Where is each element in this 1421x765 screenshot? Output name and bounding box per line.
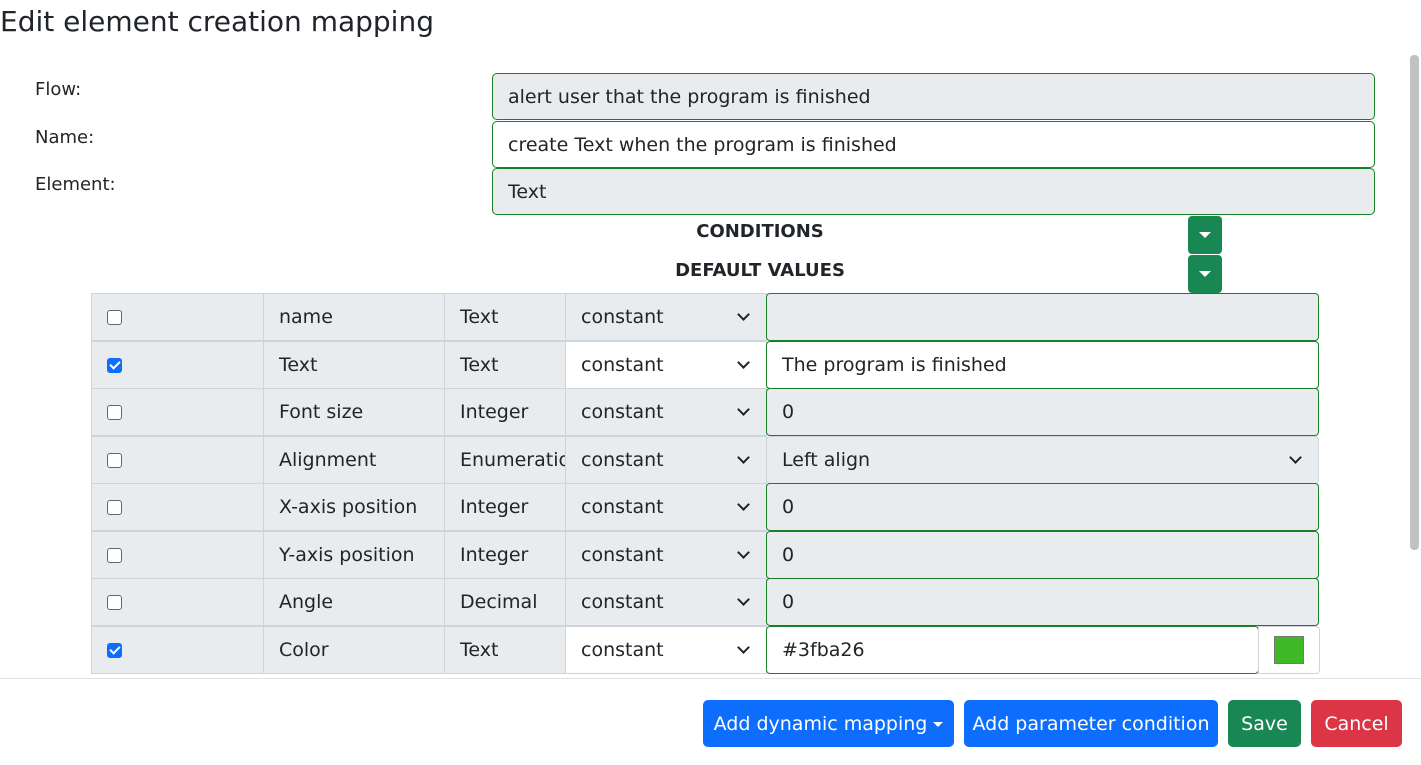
value-input[interactable]: The program is finished xyxy=(766,341,1319,389)
row-check-cell xyxy=(91,578,264,626)
default-values-heading: DEFAULT VALUES xyxy=(675,260,845,281)
row-check-cell xyxy=(91,626,264,674)
row-checkbox[interactable] xyxy=(107,452,122,468)
row-check-cell xyxy=(91,388,264,436)
page-title: Edit element creation mapping xyxy=(0,5,434,38)
value-input[interactable]: 0 xyxy=(766,578,1319,626)
mode-select-value: constant xyxy=(581,544,664,566)
row-checkbox[interactable] xyxy=(107,499,122,515)
mode-select[interactable]: constant xyxy=(565,341,767,389)
color-swatch xyxy=(1274,636,1304,664)
table-row: Angle Decimal constant 0 xyxy=(91,578,1320,626)
cancel-button[interactable]: Cancel xyxy=(1311,700,1402,747)
value-input[interactable]: 0 xyxy=(766,388,1319,436)
chevron-down-icon xyxy=(737,498,750,511)
mode-select-value: constant xyxy=(581,354,664,376)
add-parameter-condition-button[interactable]: Add parameter condition xyxy=(964,700,1218,747)
color-picker[interactable] xyxy=(1258,626,1320,674)
row-check-cell xyxy=(91,436,264,484)
param-type: Text xyxy=(444,341,566,389)
param-name: name xyxy=(263,293,445,341)
conditions-toggle-button[interactable] xyxy=(1188,216,1222,254)
flow-label: Flow: xyxy=(35,79,82,100)
save-button[interactable]: Save xyxy=(1228,700,1301,747)
flow-field[interactable]: alert user that the program is finished xyxy=(492,73,1375,120)
param-name: Alignment xyxy=(263,436,445,484)
caret-down-icon xyxy=(1199,271,1211,277)
table-row: Y-axis position Integer constant 0 xyxy=(91,531,1320,579)
param-name: Text xyxy=(263,341,445,389)
param-name: Color xyxy=(263,626,445,674)
chevron-down-icon xyxy=(1289,451,1302,464)
mode-select[interactable]: constant xyxy=(565,293,767,341)
param-type: Decimal xyxy=(444,578,566,626)
mode-select[interactable]: constant xyxy=(565,483,767,531)
caret-down-icon xyxy=(1199,232,1211,238)
table-row: Font size Integer constant 0 xyxy=(91,388,1320,436)
row-checkbox[interactable] xyxy=(107,594,122,610)
param-name: X-axis position xyxy=(263,483,445,531)
mode-select[interactable]: constant xyxy=(565,578,767,626)
name-label: Name: xyxy=(35,127,95,148)
add-dynamic-mapping-label: Add dynamic mapping xyxy=(713,712,928,735)
caret-down-icon xyxy=(933,722,944,727)
mode-select-value: constant xyxy=(581,639,664,661)
alignment-select-value: Left align xyxy=(782,449,871,471)
row-checkbox[interactable] xyxy=(107,642,122,658)
scrollbar[interactable] xyxy=(1410,55,1419,550)
table-row: Text Text constant The program is finish… xyxy=(91,341,1320,389)
mode-select[interactable]: constant xyxy=(565,388,767,436)
mode-select-value: constant xyxy=(581,449,664,471)
param-name: Y-axis position xyxy=(263,531,445,579)
chevron-down-icon xyxy=(737,546,750,559)
chevron-down-icon xyxy=(737,356,750,369)
table-row: Alignment Enumeration constant Left alig… xyxy=(91,436,1320,484)
default-values-toggle-button[interactable] xyxy=(1188,255,1222,293)
row-check-cell xyxy=(91,293,264,341)
name-field[interactable]: create Text when the program is finished xyxy=(492,121,1375,168)
mode-select-value: constant xyxy=(581,591,664,613)
value-input[interactable] xyxy=(766,293,1319,341)
table-row: X-axis position Integer constant 0 xyxy=(91,483,1320,531)
param-type: Text xyxy=(444,293,566,341)
footer-divider xyxy=(0,678,1421,679)
row-check-cell xyxy=(91,483,264,531)
mode-select[interactable]: constant xyxy=(565,531,767,579)
mode-select-value: constant xyxy=(581,496,664,518)
param-name: Font size xyxy=(263,388,445,436)
row-check-cell xyxy=(91,341,264,389)
param-type: Enumeration xyxy=(444,436,566,484)
mode-select-value: constant xyxy=(581,401,664,423)
chevron-down-icon xyxy=(737,641,750,654)
value-input[interactable]: 0 xyxy=(766,483,1319,531)
table-row: Color Text constant #3fba26 xyxy=(91,626,1320,674)
row-check-cell xyxy=(91,531,264,579)
row-checkbox[interactable] xyxy=(107,309,122,325)
chevron-down-icon xyxy=(737,403,750,416)
chevron-down-icon xyxy=(737,308,750,321)
mode-select-value: constant xyxy=(581,306,664,328)
alignment-select[interactable]: Left align xyxy=(766,436,1319,484)
add-dynamic-mapping-button[interactable]: Add dynamic mapping xyxy=(703,700,954,747)
element-label: Element: xyxy=(35,174,116,195)
param-type: Integer xyxy=(444,483,566,531)
mode-select[interactable]: constant xyxy=(565,436,767,484)
color-value-input[interactable]: #3fba26 xyxy=(766,626,1259,674)
mode-select[interactable]: constant xyxy=(565,626,767,674)
param-type: Text xyxy=(444,626,566,674)
row-checkbox[interactable] xyxy=(107,357,122,373)
value-input[interactable]: 0 xyxy=(766,531,1319,579)
row-checkbox[interactable] xyxy=(107,404,122,420)
table-row: name Text constant xyxy=(91,293,1320,341)
param-name: Angle xyxy=(263,578,445,626)
param-type: Integer xyxy=(444,388,566,436)
chevron-down-icon xyxy=(737,451,750,464)
element-field[interactable]: Text xyxy=(492,168,1375,215)
param-type: Integer xyxy=(444,531,566,579)
chevron-down-icon xyxy=(737,593,750,606)
row-checkbox[interactable] xyxy=(107,547,122,563)
conditions-heading: CONDITIONS xyxy=(696,221,824,242)
